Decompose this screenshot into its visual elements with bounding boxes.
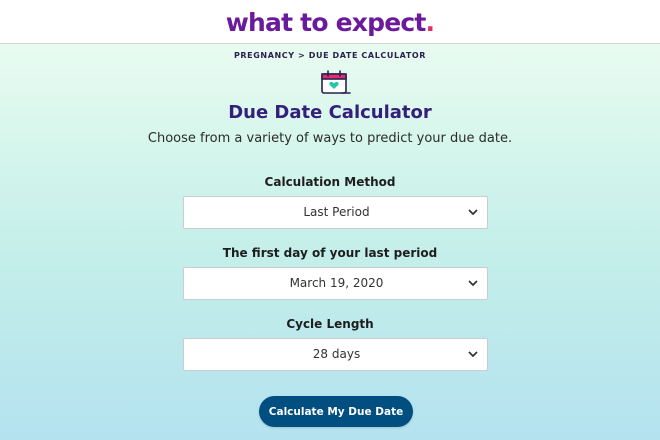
calendar-heart-icon [321, 70, 351, 94]
chevron-down-icon [468, 209, 478, 216]
what-to-expect-logo[interactable]: what to expect. [225, 8, 435, 37]
chevron-down-icon [468, 280, 478, 287]
cycle-length-label: Cycle Length [286, 317, 374, 331]
logo-text: what to expect [225, 8, 427, 37]
logo-dot: . [425, 8, 435, 37]
page-subtitle: Choose from a variety of ways to predict… [147, 131, 513, 146]
first-day-value: March 19, 2020 [289, 276, 384, 290]
page-title: Due Date Calculator [228, 102, 432, 123]
first-day-select[interactable]: March 19, 2020 [183, 267, 488, 300]
calculation-method-label: Calculation Method [264, 175, 396, 189]
calculation-method-value: Last Period [303, 205, 370, 219]
calculator-section: PREGNANCY > DUE DATE CALCULATOR Due Date… [0, 44, 660, 440]
first-day-label: The first day of your last period [222, 246, 438, 260]
cycle-length-select[interactable]: 28 days [183, 338, 488, 371]
breadcrumb[interactable]: PREGNANCY > DUE DATE CALCULATOR [0, 51, 660, 60]
chevron-down-icon [468, 351, 478, 358]
calculation-method-select[interactable]: Last Period [183, 196, 488, 229]
site-header: what to expect. [0, 0, 660, 44]
cycle-length-value: 28 days [312, 347, 361, 361]
calculate-due-date-button[interactable]: Calculate My Due Date [259, 396, 413, 427]
